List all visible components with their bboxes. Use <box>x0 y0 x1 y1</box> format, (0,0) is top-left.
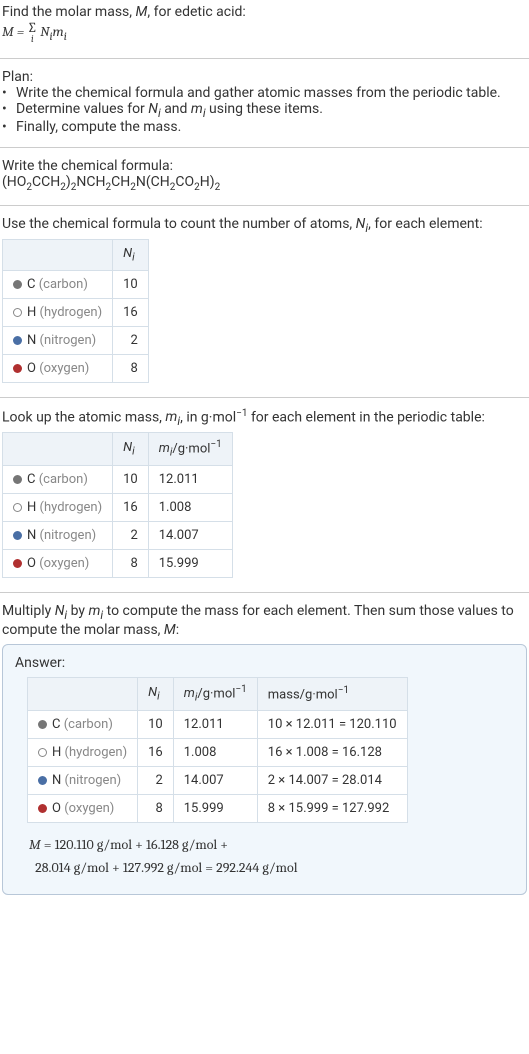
plan-item: •Finally, compute the mass. <box>2 119 527 135</box>
col-mass: mass/g·mol−1 <box>257 677 407 710</box>
table-row: C (carbon) 10 <box>3 270 149 298</box>
carbon-dot-icon <box>38 720 47 729</box>
col-mi: mi/g·mol−1 <box>148 433 232 466</box>
table-row: C (carbon) 10 12.011 <box>3 465 233 493</box>
table-row: O (oxygen) 8 <box>3 354 149 382</box>
atomic-mass-block: Look up the atomic mass, mi, in g·mol−1 … <box>0 404 529 586</box>
multiply-block: Multiply Ni by mi to compute the mass fo… <box>0 599 529 901</box>
oxygen-dot-icon <box>38 804 47 813</box>
separator <box>0 147 529 148</box>
plan-item: •Write the chemical formula and gather a… <box>2 85 527 101</box>
oxygen-dot-icon <box>13 364 22 373</box>
atom-count-table: Ni C (carbon) 10 H (hydrogen) 16 N (nitr… <box>2 239 149 383</box>
count-atoms-block: Use the chemical formula to count the nu… <box>0 212 529 390</box>
mass-heading: Look up the atomic mass, mi, in g·mol−1 … <box>2 408 527 428</box>
separator <box>0 592 529 593</box>
table-row: H (hydrogen) 16 1.008 <box>3 493 233 521</box>
atomic-mass-table: Ni mi/g·mol−1 C (carbon) 10 12.011 H (hy… <box>2 432 233 578</box>
multiply-heading: Multiply Ni by mi to compute the mass fo… <box>2 603 527 638</box>
col-ni: Ni <box>113 239 149 270</box>
col-mi: mi/g·mol−1 <box>173 677 257 710</box>
col-element <box>3 433 113 466</box>
carbon-dot-icon <box>13 475 22 484</box>
col-ni: Ni <box>113 433 149 466</box>
chem-formula-block: Write the chemical formula: (HO2CCH2)2NC… <box>0 154 529 199</box>
table-row: C (carbon) 10 12.011 10 × 12.011 = 120.1… <box>28 710 408 738</box>
table-row: N (nitrogen) 2 <box>3 326 149 354</box>
col-element <box>3 239 113 270</box>
chem-formula-heading: Write the chemical formula: <box>2 158 527 174</box>
intro-block: Find the molar mass, M, for edetic acid:… <box>0 0 529 52</box>
plan-item: •Determine values for Ni and mi using th… <box>2 101 527 120</box>
separator <box>0 58 529 59</box>
col-ni: Ni <box>138 677 174 710</box>
table-row: O (oxygen) 8 15.999 <box>3 549 233 577</box>
hydrogen-dot-icon <box>38 748 47 757</box>
plan-block: Plan: •Write the chemical formula and ga… <box>0 65 529 142</box>
table-row: H (hydrogen) 16 <box>3 298 149 326</box>
nitrogen-dot-icon <box>38 776 47 785</box>
carbon-dot-icon <box>13 280 22 289</box>
table-row: N (nitrogen) 2 14.007 2 × 14.007 = 28.01… <box>28 766 408 794</box>
nitrogen-dot-icon <box>13 336 22 345</box>
hydrogen-dot-icon <box>13 308 22 317</box>
answer-table: Ni mi/g·mol−1 mass/g·mol−1 C (carbon) 10… <box>27 677 408 823</box>
answer-label: Answer: <box>15 655 514 671</box>
intro-formula: M = ∑ i Nimi <box>2 22 527 44</box>
table-row: O (oxygen) 8 15.999 8 × 15.999 = 127.992 <box>28 794 408 822</box>
separator <box>0 397 529 398</box>
count-heading: Use the chemical formula to count the nu… <box>2 216 527 235</box>
oxygen-dot-icon <box>13 559 22 568</box>
intro-line: Find the molar mass, M, for edetic acid: <box>2 4 527 20</box>
nitrogen-dot-icon <box>13 531 22 540</box>
answer-box: Answer: Ni mi/g·mol−1 mass/g·mol−1 C (ca… <box>2 644 527 896</box>
table-row: N (nitrogen) 2 14.007 <box>3 521 233 549</box>
table-row: H (hydrogen) 16 1.008 16 × 1.008 = 16.12… <box>28 738 408 766</box>
plan-heading: Plan: <box>2 69 527 85</box>
final-result: M = 120.110 g/mol + 16.128 g/mol + 28.01… <box>29 833 514 881</box>
col-element <box>28 677 138 710</box>
separator <box>0 205 529 206</box>
chem-formula-value: (HO2CCH2)2NCH2CH2N(CH2CO2H)2 <box>2 174 527 193</box>
hydrogen-dot-icon <box>13 503 22 512</box>
